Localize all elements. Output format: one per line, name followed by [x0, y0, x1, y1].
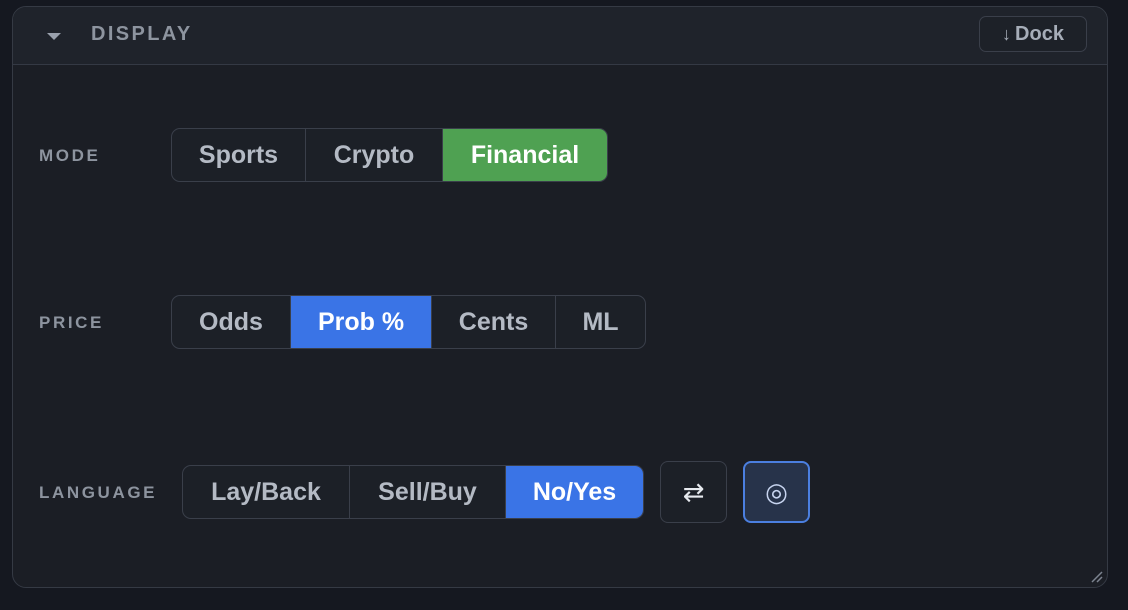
swap-arrows-icon: ⇄	[682, 476, 705, 507]
mode-option-financial[interactable]: Financial	[443, 129, 607, 181]
price-option-cents[interactable]: Cents	[432, 296, 556, 348]
price-label: PRICE	[39, 313, 104, 332]
display-panel: DISPLAY ↓ Dock MODE Sports Crypto Financ…	[12, 6, 1108, 588]
dock-button-label: Dock	[1015, 22, 1064, 45]
target-circle-icon: ◎	[765, 476, 788, 507]
collapse-triangle-icon[interactable]	[47, 33, 61, 40]
panel-title: DISPLAY	[91, 23, 193, 45]
price-option-prob[interactable]: Prob %	[291, 296, 432, 348]
language-option-no-yes[interactable]: No/Yes	[506, 466, 643, 518]
mode-segmented-control: Sports Crypto Financial	[171, 128, 608, 182]
swap-button[interactable]: ⇄	[660, 461, 727, 523]
language-segmented-control: Lay/Back Sell/Buy No/Yes	[182, 465, 644, 519]
mode-option-crypto[interactable]: Crypto	[306, 129, 443, 181]
language-option-lay-back[interactable]: Lay/Back	[183, 466, 350, 518]
target-button[interactable]: ◎	[743, 461, 810, 523]
resize-grip-icon[interactable]	[1089, 569, 1103, 583]
price-option-odds[interactable]: Odds	[172, 296, 291, 348]
dock-arrow-icon: ↓	[1002, 23, 1012, 44]
panel-header: DISPLAY ↓ Dock	[13, 7, 1107, 65]
language-label: LANGUAGE	[39, 483, 158, 502]
language-option-sell-buy[interactable]: Sell/Buy	[350, 466, 506, 518]
dock-button[interactable]: ↓ Dock	[979, 16, 1087, 52]
mode-label: MODE	[39, 146, 101, 165]
price-option-ml[interactable]: ML	[556, 296, 645, 348]
price-segmented-control: Odds Prob % Cents ML	[171, 295, 646, 349]
mode-option-sports[interactable]: Sports	[172, 129, 306, 181]
